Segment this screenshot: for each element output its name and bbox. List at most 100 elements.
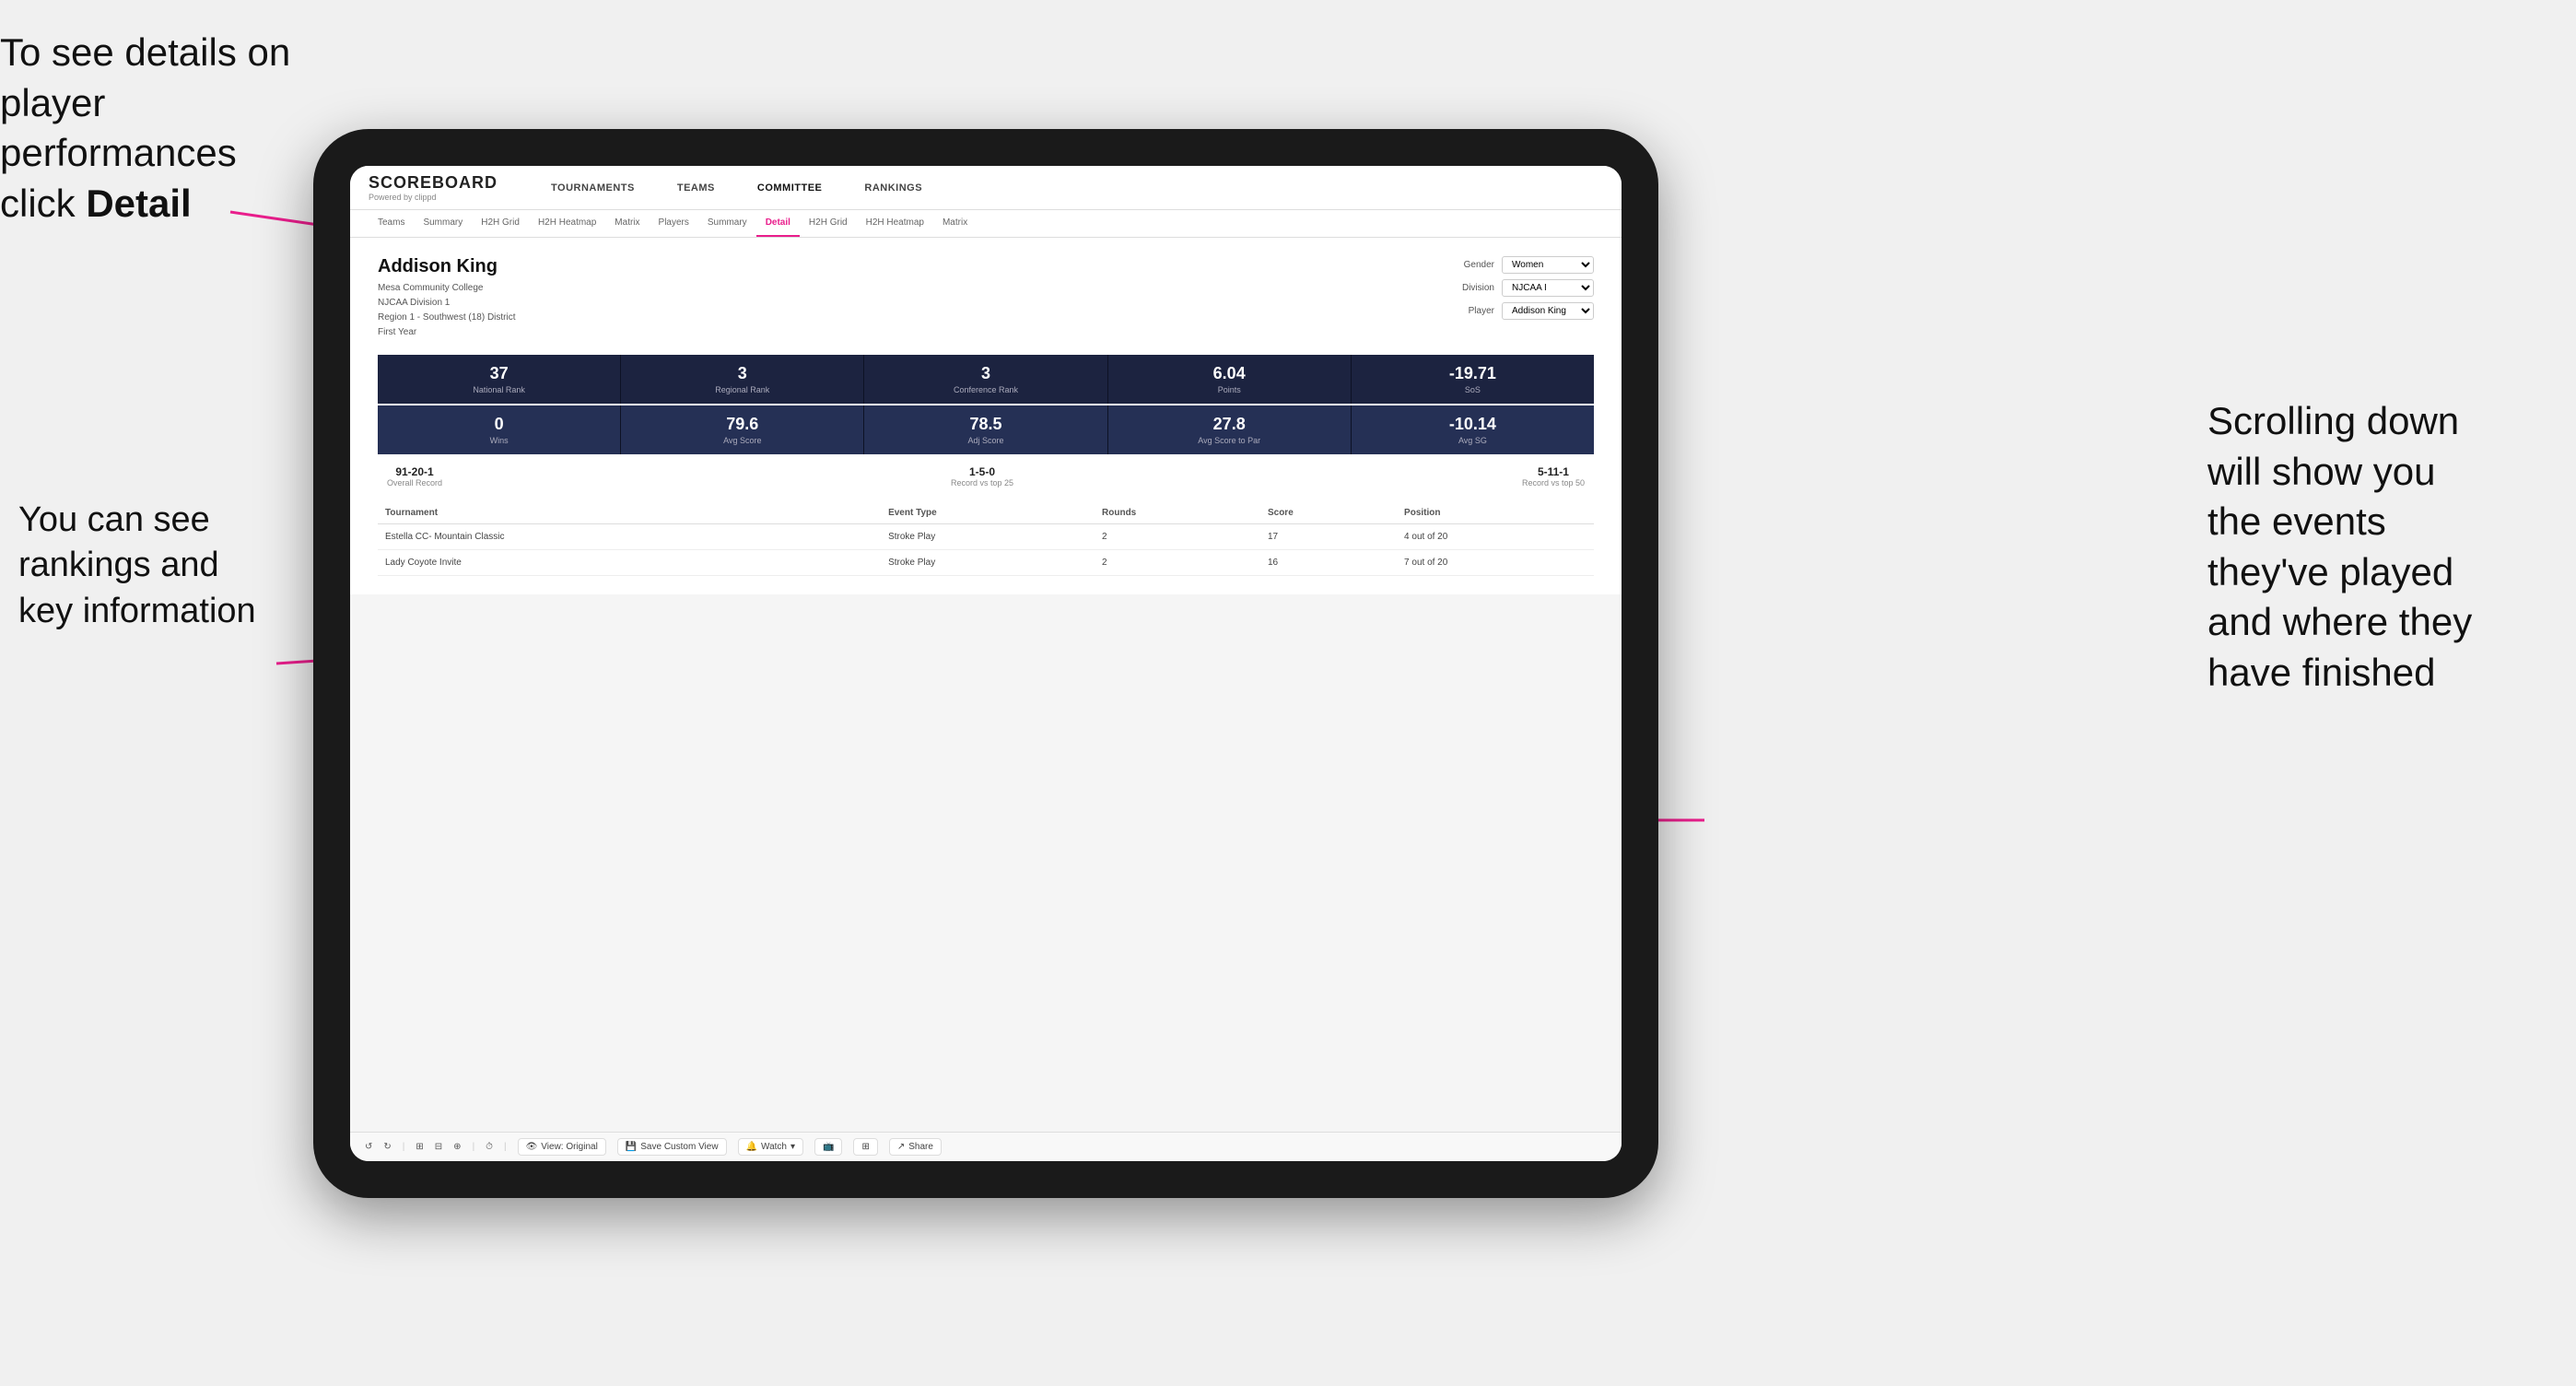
tab-h2h-heatmap2[interactable]: H2H Heatmap <box>857 210 933 237</box>
stat-cell: 6.04Points <box>1108 355 1351 404</box>
col-blank <box>831 502 881 524</box>
table-row: Lady Coyote Invite Stroke Play 2 16 7 ou… <box>378 550 1594 576</box>
col-position: Position <box>1397 502 1594 524</box>
save-custom-btn[interactable]: 💾 Save Custom View <box>617 1138 727 1156</box>
player-label: Player <box>1469 306 1494 316</box>
share-btn[interactable]: ↗ Share <box>889 1138 942 1156</box>
share-icon: ↗ <box>897 1142 905 1152</box>
stat-cell: -10.14Avg SG <box>1352 405 1594 454</box>
nav-committee[interactable]: COMMITTEE <box>750 179 830 197</box>
redo-icon[interactable]: ↻ <box>383 1142 391 1152</box>
rounds-1: 2 <box>1095 524 1260 550</box>
tournament-table: Tournament Event Type Rounds Score Posit… <box>378 502 1594 576</box>
screen-icon-btn[interactable]: 📺 <box>814 1138 842 1156</box>
tab-summary2[interactable]: Summary <box>698 210 756 237</box>
player-detail: Addison King Mesa Community College NJCA… <box>350 238 1622 594</box>
save-icon: 💾 <box>626 1142 637 1152</box>
score-1: 17 <box>1260 524 1397 550</box>
view-original-btn[interactable]: 👁 View: Original <box>518 1138 606 1156</box>
stat-cell: 78.5Adj Score <box>864 405 1107 454</box>
player-region: Region 1 - Southwest (18) District <box>378 311 516 325</box>
logo-sub: Powered by clippd <box>369 193 498 202</box>
tab-h2h-grid[interactable]: H2H Grid <box>472 210 529 237</box>
nav-tournaments[interactable]: TOURNAMENTS <box>544 179 642 197</box>
table-header: Tournament Event Type Rounds Score Posit… <box>378 502 1594 524</box>
stat-cell: 3Conference Rank <box>864 355 1107 404</box>
tab-players[interactable]: Players <box>650 210 698 237</box>
tab-h2h-grid2[interactable]: H2H Grid <box>800 210 857 237</box>
col-score: Score <box>1260 502 1397 524</box>
gender-select[interactable]: Women Men <box>1502 256 1594 274</box>
zoom-out-icon[interactable]: ⊟ <box>435 1142 442 1152</box>
record-item: 91-20-1Overall Record <box>387 465 442 487</box>
nav-rankings[interactable]: RANKINGS <box>857 179 930 197</box>
score-2: 16 <box>1260 550 1397 576</box>
zoom-in-icon[interactable]: ⊕ <box>453 1142 461 1152</box>
player-year: First Year <box>378 325 516 340</box>
zoom-fit-icon[interactable]: ⊞ <box>416 1142 423 1152</box>
player-name: Addison King <box>378 256 516 277</box>
nav-teams[interactable]: TEAMS <box>670 179 722 197</box>
annotation-right: Scrolling down will show you the events … <box>2207 396 2558 699</box>
col-event-type: Event Type <box>881 502 1095 524</box>
tab-summary[interactable]: Summary <box>414 210 472 237</box>
tournament-name-2: Lady Coyote Invite <box>378 550 831 576</box>
col-tournament: Tournament <box>378 502 831 524</box>
clock-icon: ⏱ <box>486 1142 493 1152</box>
stat-cell: 79.6Avg Score <box>621 405 863 454</box>
tab-h2h-heatmap[interactable]: H2H Heatmap <box>529 210 605 237</box>
record-item: 5-11-1Record vs top 50 <box>1522 465 1585 487</box>
stat-cell: -19.71SoS <box>1352 355 1594 404</box>
logo-text: SCOREBOARD <box>369 173 498 193</box>
player-school: Mesa Community College <box>378 281 516 296</box>
tablet-device: SCOREBOARD Powered by clippd TOURNAMENTS… <box>313 129 1658 1198</box>
tablet-screen: SCOREBOARD Powered by clippd TOURNAMENTS… <box>350 166 1622 1161</box>
watch-chevron: ▾ <box>790 1142 795 1152</box>
watch-btn[interactable]: 🔔 Watch ▾ <box>738 1138 803 1156</box>
player-header: Addison King Mesa Community College NJCA… <box>378 256 1594 340</box>
tab-matrix2[interactable]: Matrix <box>933 210 977 237</box>
main-content: Addison King Mesa Community College NJCA… <box>350 238 1622 1132</box>
watch-icon: 🔔 <box>746 1142 757 1152</box>
player-info: Addison King Mesa Community College NJCA… <box>378 256 516 340</box>
position-2: 7 out of 20 <box>1397 550 1594 576</box>
table-body: Estella CC- Mountain Classic Stroke Play… <box>378 524 1594 576</box>
stat-cell: 37National Rank <box>378 355 620 404</box>
tournament-name-1: Estella CC- Mountain Classic <box>378 524 831 550</box>
stats-grid-row2: 0Wins79.6Avg Score78.5Adj Score27.8Avg S… <box>378 405 1594 454</box>
record-item: 1-5-0Record vs top 25 <box>951 465 1013 487</box>
app-content: SCOREBOARD Powered by clippd TOURNAMENTS… <box>350 166 1622 1161</box>
view-icon: 👁 <box>526 1142 538 1152</box>
player-selector-row: Player Addison King <box>1469 302 1594 320</box>
annotation-bottom-left: You can see rankings and key information <box>18 498 295 634</box>
sub-nav: Teams Summary H2H Grid H2H Heatmap Matri… <box>350 210 1622 238</box>
division-label: Division <box>1462 283 1494 293</box>
tab-teams[interactable]: Teams <box>369 210 414 237</box>
col-rounds: Rounds <box>1095 502 1260 524</box>
gender-selector-row: Gender Women Men <box>1464 256 1594 274</box>
division-select[interactable]: NJCAA I NJCAA II <box>1502 279 1594 297</box>
grid-icon-btn[interactable]: ⊞ <box>853 1138 877 1156</box>
stat-cell: 27.8Avg Score to Par <box>1108 405 1351 454</box>
position-1: 4 out of 20 <box>1397 524 1594 550</box>
bottom-toolbar: ↺ ↻ | ⊞ ⊟ ⊕ | ⏱ | 👁 View: Original 💾 Sav… <box>350 1132 1622 1161</box>
gender-label: Gender <box>1464 260 1494 270</box>
annotation-top-left: To see details on player performances cl… <box>0 28 313 229</box>
undo-icon[interactable]: ↺ <box>365 1142 372 1152</box>
top-nav: SCOREBOARD Powered by clippd TOURNAMENTS… <box>350 166 1622 210</box>
table-row: Estella CC- Mountain Classic Stroke Play… <box>378 524 1594 550</box>
event-type-2: Stroke Play <box>881 550 1095 576</box>
rounds-2: 2 <box>1095 550 1260 576</box>
stat-cell: 3Regional Rank <box>621 355 863 404</box>
player-division: NJCAA Division 1 <box>378 296 516 311</box>
player-selectors: Gender Women Men Division NJCAA I <box>1462 256 1594 320</box>
records-row: 91-20-1Overall Record 1-5-0Record vs top … <box>378 465 1594 487</box>
stat-cell: 0Wins <box>378 405 620 454</box>
tab-detail[interactable]: Detail <box>756 210 800 237</box>
tab-matrix[interactable]: Matrix <box>605 210 649 237</box>
division-selector-row: Division NJCAA I NJCAA II <box>1462 279 1594 297</box>
event-type-1: Stroke Play <box>881 524 1095 550</box>
logo-area: SCOREBOARD Powered by clippd <box>369 173 498 202</box>
stats-grid-row1: 37National Rank3Regional Rank3Conference… <box>378 355 1594 404</box>
player-select[interactable]: Addison King <box>1502 302 1594 320</box>
